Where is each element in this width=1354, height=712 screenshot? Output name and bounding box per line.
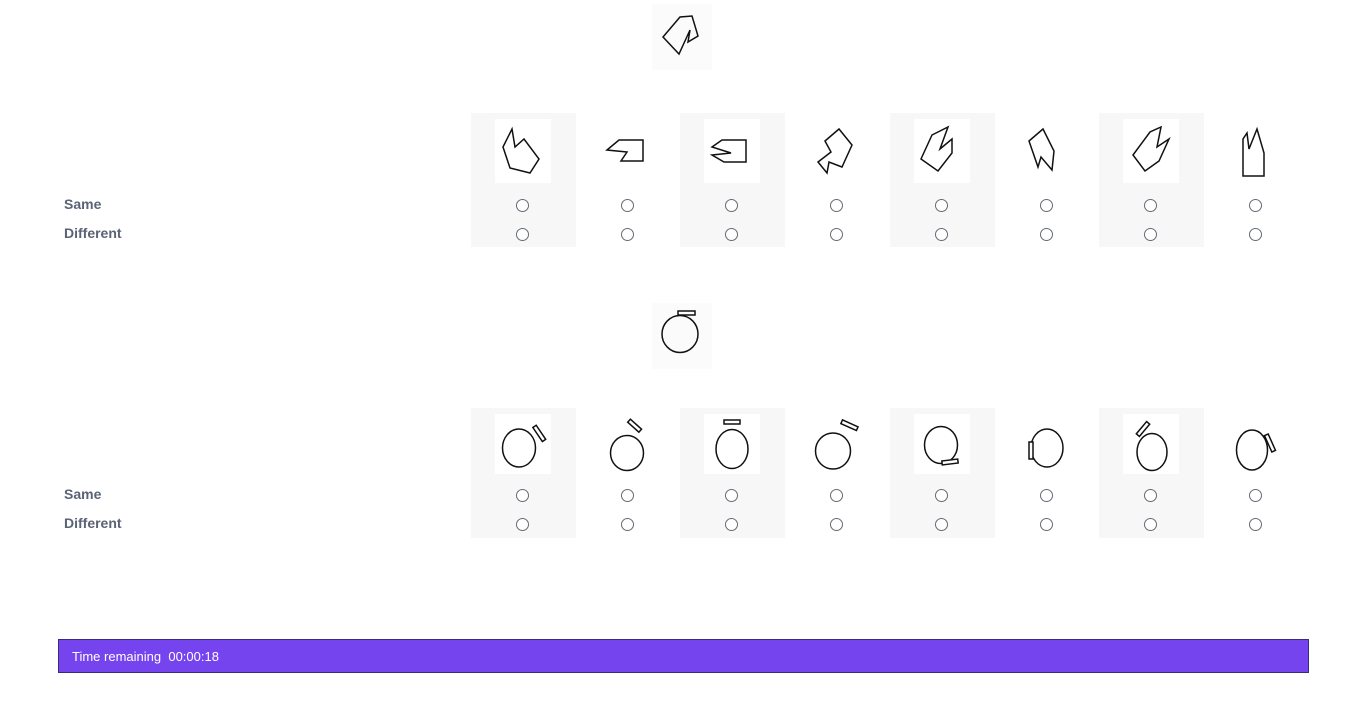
option-figure: [1228, 119, 1284, 183]
option-column-6: [995, 113, 1100, 247]
polygon-option-icon: [816, 127, 853, 175]
different-radio[interactable]: [1249, 518, 1262, 531]
circle-option-icon: [609, 418, 645, 472]
different-radio[interactable]: [1144, 228, 1157, 241]
same-radio[interactable]: [935, 489, 948, 502]
option-column-3: [680, 113, 785, 247]
different-radio[interactable]: [1040, 228, 1053, 241]
question-2-target-figure: [652, 303, 712, 369]
same-radio[interactable]: [830, 489, 843, 502]
same-radio[interactable]: [1144, 199, 1157, 212]
circle-option-icon: [923, 425, 960, 466]
circle-option-icon: [1028, 428, 1064, 468]
same-row-label: Same: [64, 196, 102, 212]
timer-value: 00:00:18: [168, 648, 219, 664]
same-radio[interactable]: [1144, 489, 1157, 502]
question-1-target-figure: [652, 4, 712, 70]
circle-option-icon: [501, 424, 547, 468]
same-radio[interactable]: [516, 489, 529, 502]
circle-option-icon: [814, 418, 860, 470]
option-column-6: [995, 408, 1100, 538]
polygon-option-icon: [920, 125, 953, 173]
circle-option-icon: [1135, 420, 1168, 472]
polygon-option-icon: [1028, 127, 1055, 172]
option-column-3: [680, 408, 785, 538]
same-radio[interactable]: [725, 199, 738, 212]
option-figure: [1019, 119, 1075, 183]
notched-polygon-icon: [661, 15, 699, 56]
same-radio[interactable]: [621, 489, 634, 502]
time-remaining-bar: Time remaining 00:00:18: [58, 639, 1309, 673]
same-radio[interactable]: [1040, 489, 1053, 502]
option-column-4: [785, 113, 890, 247]
option-figure: [495, 119, 551, 183]
circle-option-icon: [715, 419, 749, 470]
option-column-5: [890, 408, 995, 538]
same-radio[interactable]: [830, 199, 843, 212]
different-radio[interactable]: [830, 518, 843, 531]
option-figure: [1019, 414, 1075, 474]
option-column-1: [471, 408, 576, 538]
option-figure: [495, 414, 551, 474]
option-column-2: [576, 113, 681, 247]
question-2-options: Same Different: [0, 408, 1354, 538]
polygon-option-icon: [1242, 126, 1265, 177]
option-column-7: [1099, 113, 1204, 247]
different-row-label: Different: [64, 515, 122, 531]
same-radio[interactable]: [1040, 199, 1053, 212]
option-figure: [600, 414, 656, 474]
option-figure: [704, 414, 760, 474]
question-1-options: Same Different: [0, 113, 1354, 247]
different-radio[interactable]: [1144, 518, 1157, 531]
same-radio[interactable]: [516, 199, 529, 212]
option-column-1: [471, 113, 576, 247]
timer-label: Time remaining: [72, 648, 162, 664]
option-column-5: [890, 113, 995, 247]
different-radio[interactable]: [516, 228, 529, 241]
polygon-option-icon: [709, 139, 747, 163]
same-row-label: Same: [64, 486, 102, 502]
option-figure: [809, 119, 865, 183]
option-figure: [809, 414, 865, 474]
option-figure: [1123, 119, 1179, 183]
option-figure: [1123, 414, 1179, 474]
different-radio[interactable]: [516, 518, 529, 531]
different-radio[interactable]: [935, 518, 948, 531]
different-radio[interactable]: [725, 518, 738, 531]
option-column-2: [576, 408, 681, 538]
different-radio[interactable]: [621, 228, 634, 241]
different-radio[interactable]: [621, 518, 634, 531]
different-radio[interactable]: [830, 228, 843, 241]
polygon-option-icon: [605, 139, 644, 162]
option-figure: [704, 119, 760, 183]
option-figure: [1228, 414, 1284, 474]
polygon-option-icon: [1132, 125, 1171, 173]
polygon-option-icon: [502, 126, 540, 174]
option-figure: [600, 119, 656, 183]
circle-with-tab-icon: [661, 310, 699, 354]
same-radio[interactable]: [725, 489, 738, 502]
same-radio[interactable]: [935, 199, 948, 212]
same-radio[interactable]: [621, 199, 634, 212]
option-figure: [914, 414, 970, 474]
different-radio[interactable]: [1249, 228, 1262, 241]
same-radio[interactable]: [1249, 199, 1262, 212]
different-radio[interactable]: [725, 228, 738, 241]
option-column-8: [1204, 113, 1309, 247]
option-column-4: [785, 408, 890, 538]
different-radio[interactable]: [1040, 518, 1053, 531]
different-row-label: Different: [64, 225, 122, 241]
option-column-8: [1204, 408, 1309, 538]
circle-option-icon: [1235, 429, 1277, 471]
option-figure: [914, 119, 970, 183]
option-column-7: [1099, 408, 1204, 538]
same-radio[interactable]: [1249, 489, 1262, 502]
different-radio[interactable]: [935, 228, 948, 241]
